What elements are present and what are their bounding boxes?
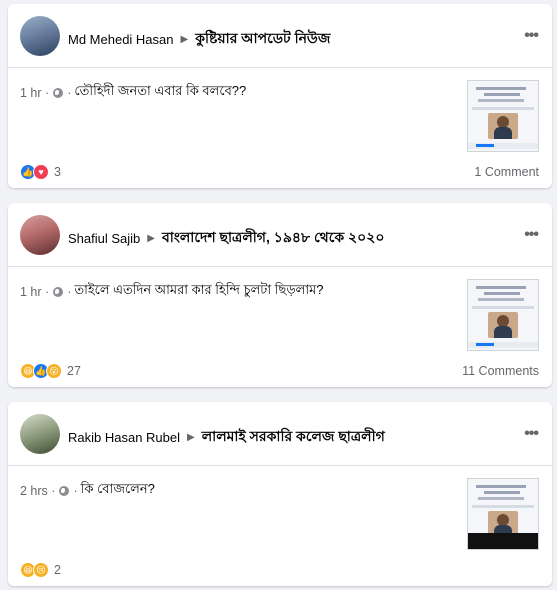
post-header-text: Rakib Hasan Rubel ▶ লালমাই সরকারি কলেজ ছ… <box>68 425 385 449</box>
comments-link[interactable]: 1 Comment <box>474 165 539 179</box>
wow-reaction-icon: 😮 <box>46 363 62 379</box>
post-thumbnail[interactable] <box>467 478 539 550</box>
post-header-text: Md Mehedi Hasan ▶ কুষ্টিয়ার আপডেট নিউজ <box>68 27 330 51</box>
separator-dot: · <box>41 85 50 100</box>
reactions-summary[interactable]: 😆 😢 2 <box>20 562 61 578</box>
reaction-count: 27 <box>67 364 81 378</box>
group-name[interactable]: লালমাই সরকারি কলেজ ছাত্রলীগ <box>202 425 385 449</box>
group-name[interactable]: বাংলাদেশ ছাত্রলীগ, ১৯৪৮ থেকে ২০২০ <box>162 226 384 250</box>
post-card: Rakib Hasan Rubel ▶ লালমাই সরকারি কলেজ ছ… <box>8 402 552 586</box>
reaction-count: 3 <box>54 165 61 179</box>
globe-icon <box>59 485 70 496</box>
globe-icon <box>53 286 64 297</box>
reactions-summary[interactable]: 😆 👍 😮 27 <box>20 363 81 379</box>
post-thumbnail[interactable] <box>467 80 539 152</box>
post-time[interactable]: 2 hrs <box>20 484 48 498</box>
sad-reaction-icon: 😢 <box>33 562 49 578</box>
avatar[interactable] <box>20 414 60 454</box>
group-name[interactable]: কুষ্টিয়ার আপডেট নিউজ <box>195 27 330 51</box>
post-text: তাইলে এতদিন আমরা কার হিন্দি চুলটা ছিড়লা… <box>74 282 324 297</box>
more-options-icon[interactable]: ••• <box>524 426 539 442</box>
post-card: Shafiul Sajib ▶ বাংলাদেশ ছাত্রলীগ, ১৯৪৮ … <box>8 203 552 387</box>
comments-link[interactable]: 11 Comments <box>462 364 539 378</box>
reactions-summary[interactable]: 👍 ♥ 3 <box>20 164 61 180</box>
avatar[interactable] <box>20 16 60 56</box>
post-meta: 1 hr · · তাইলে এতদিন আমরা কার হিন্দি চুল… <box>20 281 324 302</box>
post-time[interactable]: 1 hr <box>20 86 42 100</box>
post-text: তৌহিদী জনতা এবার কি বলবে?? <box>74 83 247 98</box>
love-reaction-icon: ♥ <box>33 164 49 180</box>
post-header: Rakib Hasan Rubel ▶ লালমাই সরকারি কলেজ ছ… <box>8 402 552 466</box>
avatar[interactable] <box>20 215 60 255</box>
arrow-right-icon: ▶ <box>180 33 189 45</box>
post-header: Shafiul Sajib ▶ বাংলাদেশ ছাত্রলীগ, ১৯৪৮ … <box>8 203 552 267</box>
post-header: Md Mehedi Hasan ▶ কুষ্টিয়ার আপডেট নিউজ … <box>8 4 552 68</box>
more-options-icon[interactable]: ••• <box>524 28 539 44</box>
post-meta: 2 hrs · · কি বোজলেন? <box>20 480 155 501</box>
globe-icon <box>53 87 64 98</box>
author-name[interactable]: Shafiul Sajib <box>68 231 140 246</box>
post-text: কি বোজলেন? <box>80 481 155 496</box>
post-thumbnail[interactable] <box>467 279 539 351</box>
separator-dot: · <box>67 284 72 299</box>
separator-dot: · <box>47 483 56 498</box>
author-name[interactable]: Md Mehedi Hasan <box>68 32 174 47</box>
post-card: Md Mehedi Hasan ▶ কুষ্টিয়ার আপডেট নিউজ … <box>8 4 552 188</box>
separator-dot: · <box>67 85 72 100</box>
post-header-text: Shafiul Sajib ▶ বাংলাদেশ ছাত্রলীগ, ১৯৪৮ … <box>68 226 384 250</box>
separator-dot: · <box>41 284 50 299</box>
author-name[interactable]: Rakib Hasan Rubel <box>68 430 180 445</box>
post-meta: 1 hr · · তৌহিদী জনতা এবার কি বলবে?? <box>20 82 246 103</box>
arrow-right-icon: ▶ <box>187 431 195 443</box>
arrow-right-icon: ▶ <box>147 232 155 244</box>
post-time[interactable]: 1 hr <box>20 285 42 299</box>
separator-dot: · <box>73 483 78 498</box>
more-options-icon[interactable]: ••• <box>524 227 539 243</box>
reaction-count: 2 <box>54 563 61 577</box>
